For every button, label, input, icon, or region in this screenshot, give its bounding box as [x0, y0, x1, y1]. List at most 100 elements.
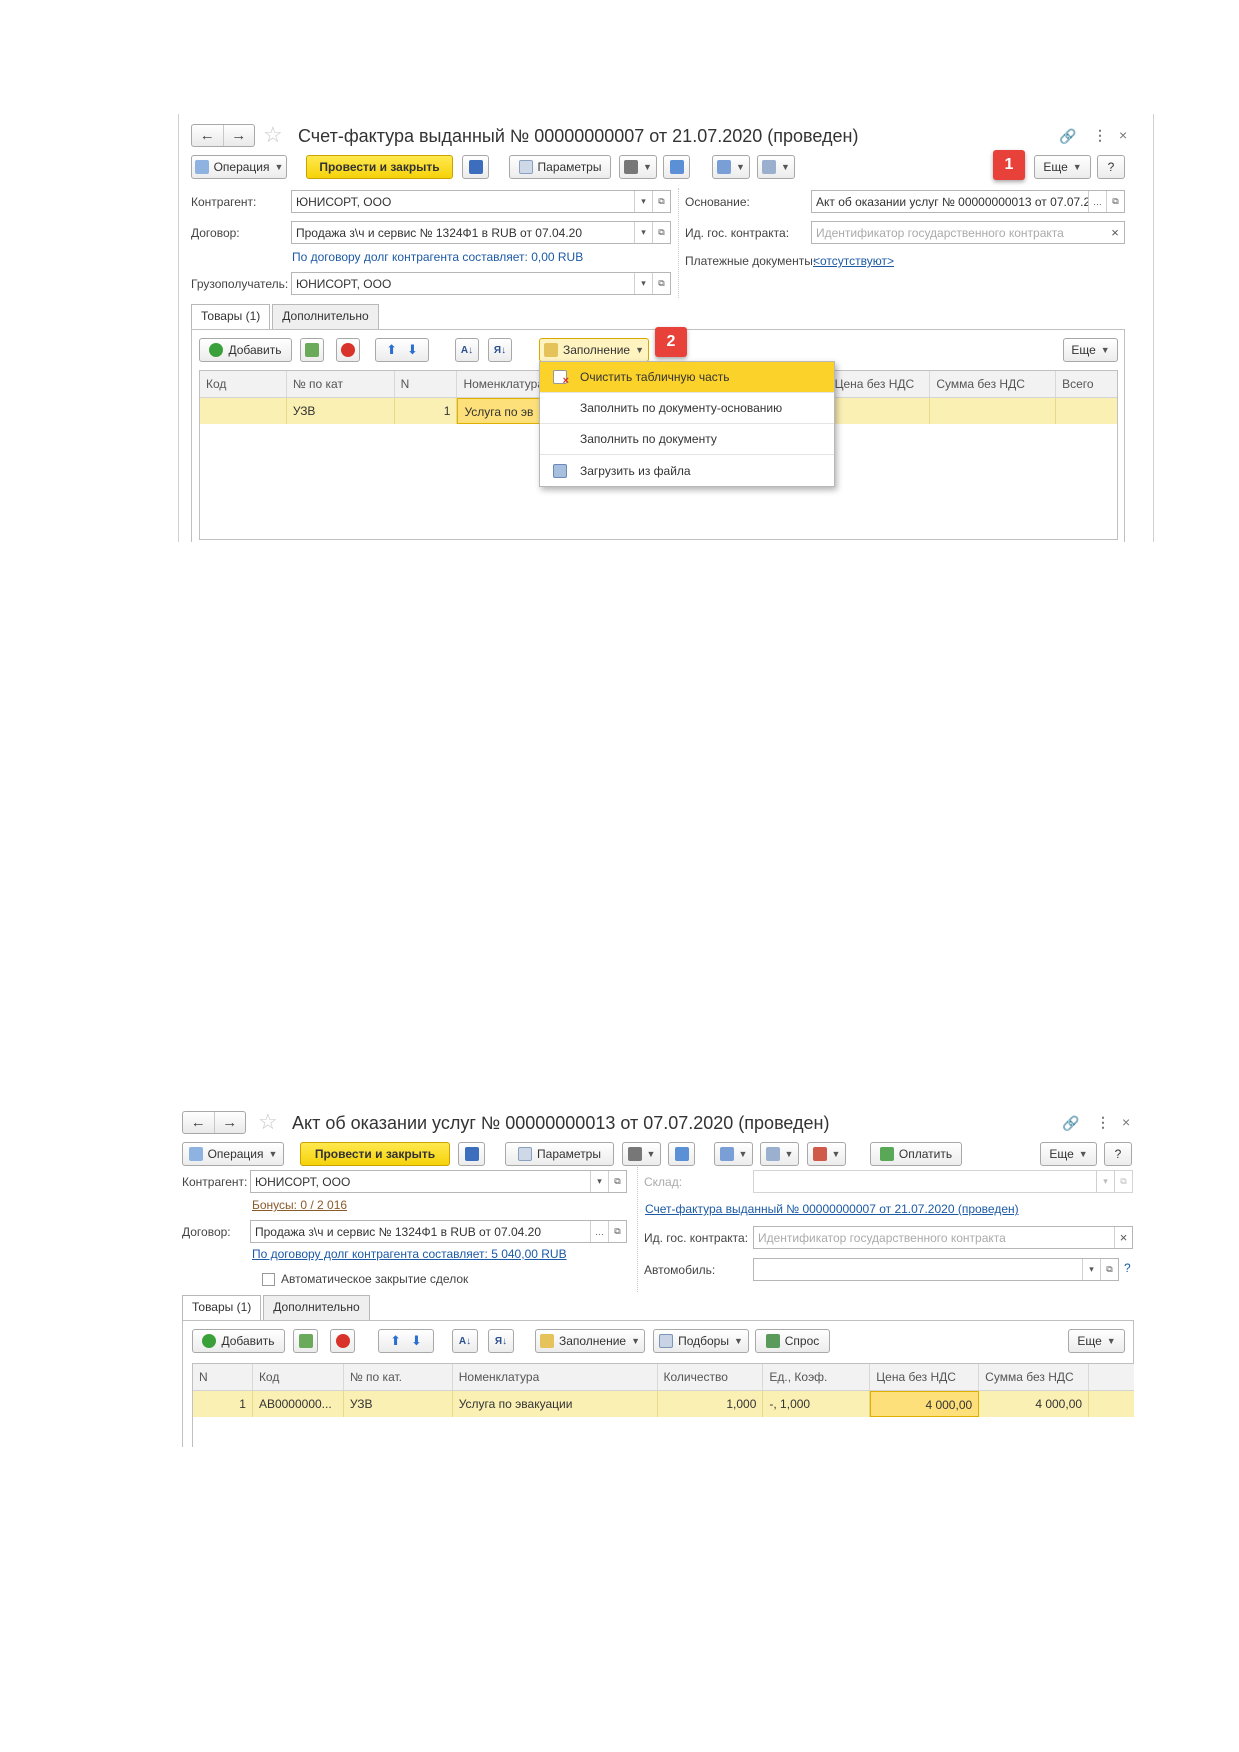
- post-and-close-button[interactable]: Провести и закрыть: [300, 1142, 450, 1166]
- col-code[interactable]: Код: [253, 1364, 344, 1390]
- cell-n[interactable]: 1: [395, 398, 458, 424]
- tab-additional[interactable]: Дополнительно: [272, 304, 379, 329]
- more-button[interactable]: Еще ▼: [1034, 155, 1091, 179]
- tab-goods[interactable]: Товары (1): [191, 304, 271, 329]
- open-icon[interactable]: ⧉: [652, 273, 670, 294]
- cell-qty[interactable]: 1,000: [658, 1391, 764, 1417]
- more-vertical-icon[interactable]: ⋮: [1096, 1114, 1110, 1131]
- help-button[interactable]: ?: [1097, 155, 1125, 179]
- fill-button[interactable]: Заполнение ▼: [535, 1329, 645, 1353]
- pay-docs-link[interactable]: <отсутствуют>: [813, 254, 894, 268]
- debt-link[interactable]: По договору долг контрагента составляет:…: [292, 250, 583, 264]
- save-button[interactable]: [462, 155, 489, 179]
- close-icon[interactable]: ×: [1122, 1114, 1130, 1130]
- favorite-star-icon[interactable]: ☆: [258, 1111, 278, 1133]
- structure-button[interactable]: [663, 155, 690, 179]
- delete-row-button[interactable]: [336, 338, 360, 362]
- clear-icon[interactable]: ×: [1114, 1227, 1132, 1248]
- help-button[interactable]: ?: [1104, 1142, 1132, 1166]
- sort-asc-button[interactable]: A↓: [452, 1329, 478, 1353]
- col-n[interactable]: N: [193, 1364, 253, 1390]
- col-cat[interactable]: № по кат.: [344, 1364, 453, 1390]
- invoice-link[interactable]: Счет-фактура выданный № 00000000007 от 2…: [645, 1202, 1019, 1216]
- open-icon[interactable]: ⧉: [652, 222, 670, 243]
- counterparty-field[interactable]: ЮНИСОРТ, ООО ▾ ⧉: [250, 1170, 627, 1193]
- col-price[interactable]: Цена без НДС: [835, 371, 931, 397]
- add-row-button[interactable]: Добавить: [199, 338, 292, 362]
- dropdown-icon[interactable]: ▾: [634, 273, 652, 294]
- forward-arrow-icon[interactable]: →: [213, 1112, 246, 1133]
- cell-total[interactable]: [1056, 398, 1117, 424]
- print-button[interactable]: ▼: [619, 155, 657, 179]
- col-sum[interactable]: Сумма без НДС: [979, 1364, 1090, 1390]
- cell-unit[interactable]: -, 1,000: [763, 1391, 871, 1417]
- menu-item-load-from-file[interactable]: Загрузить из файла: [540, 455, 834, 486]
- back-arrow-icon[interactable]: ←: [183, 1112, 214, 1133]
- post-and-close-button[interactable]: Провести и закрыть: [306, 155, 453, 179]
- move-up-icon[interactable]: ⬆: [386, 342, 397, 358]
- menu-item-clear-table[interactable]: × Очистить табличную часть: [540, 362, 834, 393]
- gov-contract-field[interactable]: Идентификатор государственного контракта…: [811, 221, 1125, 244]
- copy-row-button[interactable]: [293, 1329, 318, 1353]
- contract-field[interactable]: Продажа з\ч и сервис № 1324Ф1 в RUB от 0…: [250, 1220, 627, 1243]
- menu-item-fill-by-document[interactable]: Заполнить по документу: [540, 424, 834, 455]
- cell-code[interactable]: [200, 398, 287, 424]
- col-qty[interactable]: Количество: [658, 1364, 764, 1390]
- cell-n[interactable]: 1: [193, 1391, 253, 1417]
- cell-nomenclature[interactable]: Услуга по эвакуации: [453, 1391, 658, 1417]
- contract-field[interactable]: Продажа з\ч и сервис № 1324Ф1 в RUB от 0…: [291, 221, 671, 244]
- demand-button[interactable]: Спрос: [755, 1329, 830, 1353]
- sort-desc-button[interactable]: Я↓: [488, 1329, 514, 1353]
- params-button[interactable]: Параметры: [505, 1142, 614, 1166]
- cell-sum[interactable]: 4 000,00: [979, 1391, 1090, 1417]
- selection-button[interactable]: Подборы ▼: [653, 1329, 749, 1353]
- move-down-icon[interactable]: ⬇: [411, 1333, 422, 1349]
- dropdown-icon[interactable]: ▾: [590, 1171, 608, 1192]
- col-unit[interactable]: Ед., Коэф.: [763, 1364, 871, 1390]
- operation-button[interactable]: Операция ▼: [182, 1142, 284, 1166]
- structure-button[interactable]: [668, 1142, 695, 1166]
- tab-additional[interactable]: Дополнительно: [263, 1295, 370, 1320]
- gov-contract-field[interactable]: Идентификатор государственного контракта…: [753, 1226, 1133, 1249]
- col-cat[interactable]: № по кат: [287, 371, 395, 397]
- table-more-button[interactable]: Еще ▼: [1068, 1329, 1125, 1353]
- cell-sum[interactable]: [930, 398, 1057, 424]
- col-sum[interactable]: Сумма без НДС: [930, 371, 1057, 397]
- more-button[interactable]: Еще ▼: [1040, 1142, 1097, 1166]
- counterparty-field[interactable]: ЮНИСОРТ, ООО ▾ ⧉: [291, 190, 671, 213]
- params-button[interactable]: Параметры: [509, 155, 611, 179]
- col-nomenclature[interactable]: Номенклатура: [453, 1364, 658, 1390]
- operation-button[interactable]: Операция ▼: [191, 155, 287, 179]
- sort-desc-button[interactable]: Я↓: [488, 338, 512, 362]
- auto-close-checkbox[interactable]: [262, 1273, 275, 1286]
- pdf-button[interactable]: ▼: [807, 1142, 846, 1166]
- copy-row-button[interactable]: [300, 338, 324, 362]
- move-down-icon[interactable]: ⬇: [407, 342, 418, 358]
- print-button[interactable]: ▼: [622, 1142, 661, 1166]
- col-code[interactable]: Код: [200, 371, 287, 397]
- save-button[interactable]: [458, 1142, 485, 1166]
- tab-goods[interactable]: Товары (1): [182, 1295, 262, 1320]
- table-row[interactable]: 1 АВ0000000... УЗВ Услуга по эвакуации 1…: [193, 1391, 1134, 1417]
- dropdown-icon[interactable]: ▾: [1082, 1259, 1100, 1280]
- ellipsis-icon[interactable]: …: [590, 1221, 608, 1242]
- consignee-field[interactable]: ЮНИСОРТ, ООО ▾ ⧉: [291, 272, 671, 295]
- move-up-icon[interactable]: ⬆: [390, 1333, 401, 1349]
- close-icon[interactable]: ×: [1119, 127, 1127, 143]
- col-n[interactable]: N: [395, 371, 458, 397]
- cell-price[interactable]: 4 000,00: [870, 1391, 980, 1417]
- open-icon[interactable]: ⧉: [608, 1171, 626, 1192]
- create-based-button[interactable]: ▼: [712, 155, 750, 179]
- fill-button[interactable]: Заполнение ▼: [539, 338, 649, 362]
- forward-arrow-icon[interactable]: →: [222, 125, 255, 146]
- back-arrow-icon[interactable]: ←: [192, 125, 223, 146]
- sort-asc-button[interactable]: A↓: [455, 338, 479, 362]
- cell-code[interactable]: АВ0000000...: [253, 1391, 344, 1417]
- col-price[interactable]: Цена без НДС: [870, 1364, 980, 1390]
- cell-cat[interactable]: УЗВ: [344, 1391, 453, 1417]
- cell-price[interactable]: [835, 398, 931, 424]
- pay-button[interactable]: Оплатить: [870, 1142, 962, 1166]
- menu-item-fill-by-basis[interactable]: Заполнить по документу-основанию: [540, 393, 834, 424]
- open-icon[interactable]: ⧉: [1114, 1171, 1132, 1192]
- delete-row-button[interactable]: [330, 1329, 355, 1353]
